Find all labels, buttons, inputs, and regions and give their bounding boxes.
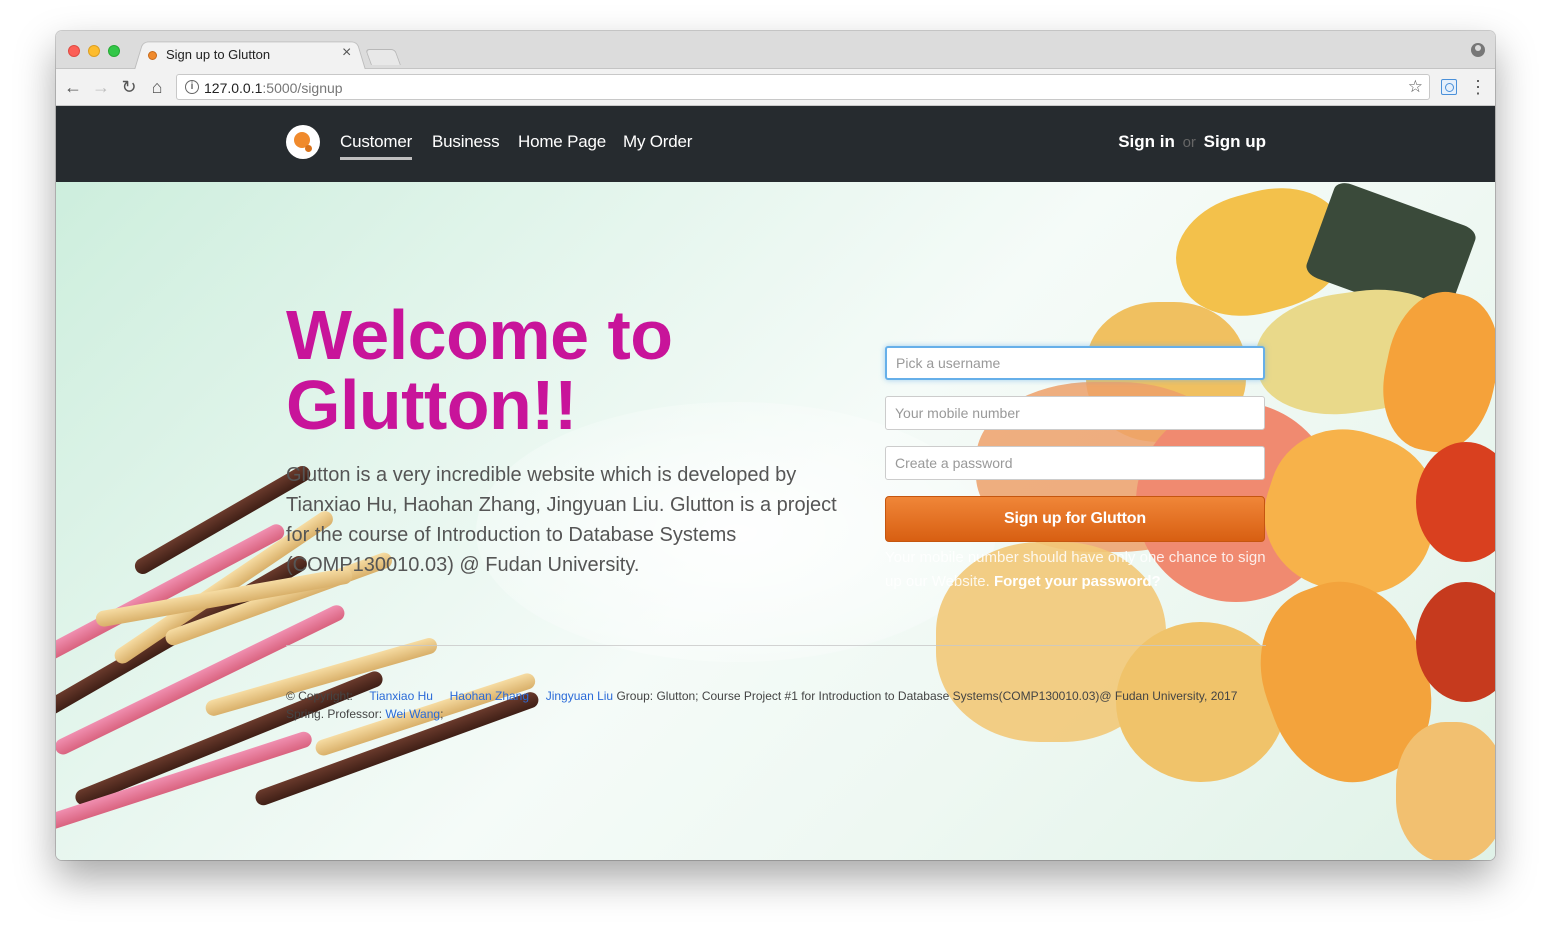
maximize-window-button[interactable] bbox=[108, 45, 120, 57]
address-bar[interactable]: i 127.0.0.1:5000/signup ☆ bbox=[176, 74, 1430, 100]
url-text: 127.0.0.1:5000/signup bbox=[204, 80, 343, 96]
site-footer: © Copyright: Tianxiao Hu Haohan Zhang Ji… bbox=[286, 687, 1266, 723]
intro-paragraph: Glutton is a very incredible website whi… bbox=[286, 464, 837, 576]
author-link-haohan-zhang[interactable]: Haohan Zhang bbox=[450, 689, 529, 703]
forgot-password-link[interactable]: Forget your password? bbox=[994, 573, 1161, 590]
nav-link-business[interactable]: Business bbox=[432, 132, 500, 152]
url-path: :5000/signup bbox=[262, 80, 343, 96]
author-link-tianxiao-hu[interactable]: Tianxiao Hu bbox=[369, 689, 433, 703]
bookmark-star-icon[interactable]: ☆ bbox=[1408, 77, 1423, 97]
new-tab-button[interactable] bbox=[365, 49, 401, 65]
close-window-button[interactable] bbox=[68, 45, 80, 57]
nav-link-my-order[interactable]: My Order bbox=[623, 132, 692, 152]
home-icon[interactable]: ⌂ bbox=[146, 76, 168, 98]
nav-link-customer[interactable]: Customer bbox=[340, 132, 412, 152]
tab-strip: Sign up to Glutton × bbox=[56, 31, 1495, 70]
signup-submit-button[interactable]: Sign up for Glutton bbox=[885, 496, 1265, 542]
auth-or-text: or bbox=[1182, 134, 1196, 151]
profile-icon[interactable] bbox=[1471, 43, 1485, 57]
copyright-text: © Copyright: bbox=[286, 689, 353, 703]
browser-toolbar: ← → ↻ ⌂ i 127.0.0.1:5000/signup ☆ ⋮ bbox=[56, 69, 1495, 106]
nav-link-home-page[interactable]: Home Page bbox=[518, 132, 606, 152]
sign-in-link[interactable]: Sign in bbox=[1118, 132, 1175, 151]
hero-section: Welcome to Glutton!! Glutton is a very i… bbox=[56, 172, 1495, 860]
username-input[interactable] bbox=[885, 346, 1265, 380]
footer-end: ; bbox=[440, 707, 444, 721]
tab-close-icon[interactable]: × bbox=[342, 44, 351, 62]
signup-note: Your mobile number should have only one … bbox=[885, 546, 1270, 594]
web-page: Customer Business Home Page My Order Sig… bbox=[56, 106, 1495, 860]
site-navbar: Customer Business Home Page My Order Sig… bbox=[56, 106, 1495, 182]
glutton-logo-icon[interactable] bbox=[286, 125, 320, 159]
author-link-jingyuan-liu[interactable]: Jingyuan Liu bbox=[546, 689, 613, 703]
password-input[interactable] bbox=[885, 446, 1265, 480]
auth-links: Sign in or Sign up bbox=[1118, 132, 1266, 152]
back-arrow-icon[interactable]: ← bbox=[62, 76, 84, 98]
mobile-number-input[interactable] bbox=[885, 396, 1265, 430]
extension-icon[interactable] bbox=[1441, 79, 1457, 95]
url-host: 127.0.0.1 bbox=[204, 80, 263, 96]
forward-arrow-icon[interactable]: → bbox=[90, 76, 112, 98]
welcome-title-line2: Glutton!! bbox=[286, 366, 577, 444]
footer-divider bbox=[286, 645, 1266, 646]
welcome-title-line1: Welcome to bbox=[286, 296, 673, 374]
active-nav-underline bbox=[340, 157, 412, 160]
reload-icon[interactable]: ↻ bbox=[118, 76, 140, 98]
minimize-window-button[interactable] bbox=[88, 45, 100, 57]
info-icon[interactable]: i bbox=[185, 80, 199, 94]
browser-tab-content: Sign up to Glutton × bbox=[144, 41, 364, 69]
sign-up-link[interactable]: Sign up bbox=[1204, 132, 1266, 151]
browser-menu-icon[interactable]: ⋮ bbox=[1469, 76, 1487, 98]
browser-window: Sign up to Glutton × ← → ↻ ⌂ i 127.0.0.1… bbox=[56, 31, 1495, 860]
welcome-title: Welcome to Glutton!! bbox=[286, 300, 846, 440]
tab-title: Sign up to Glutton bbox=[166, 47, 271, 62]
professor-link[interactable]: Wei Wang bbox=[385, 707, 440, 721]
favicon-icon bbox=[148, 51, 157, 60]
